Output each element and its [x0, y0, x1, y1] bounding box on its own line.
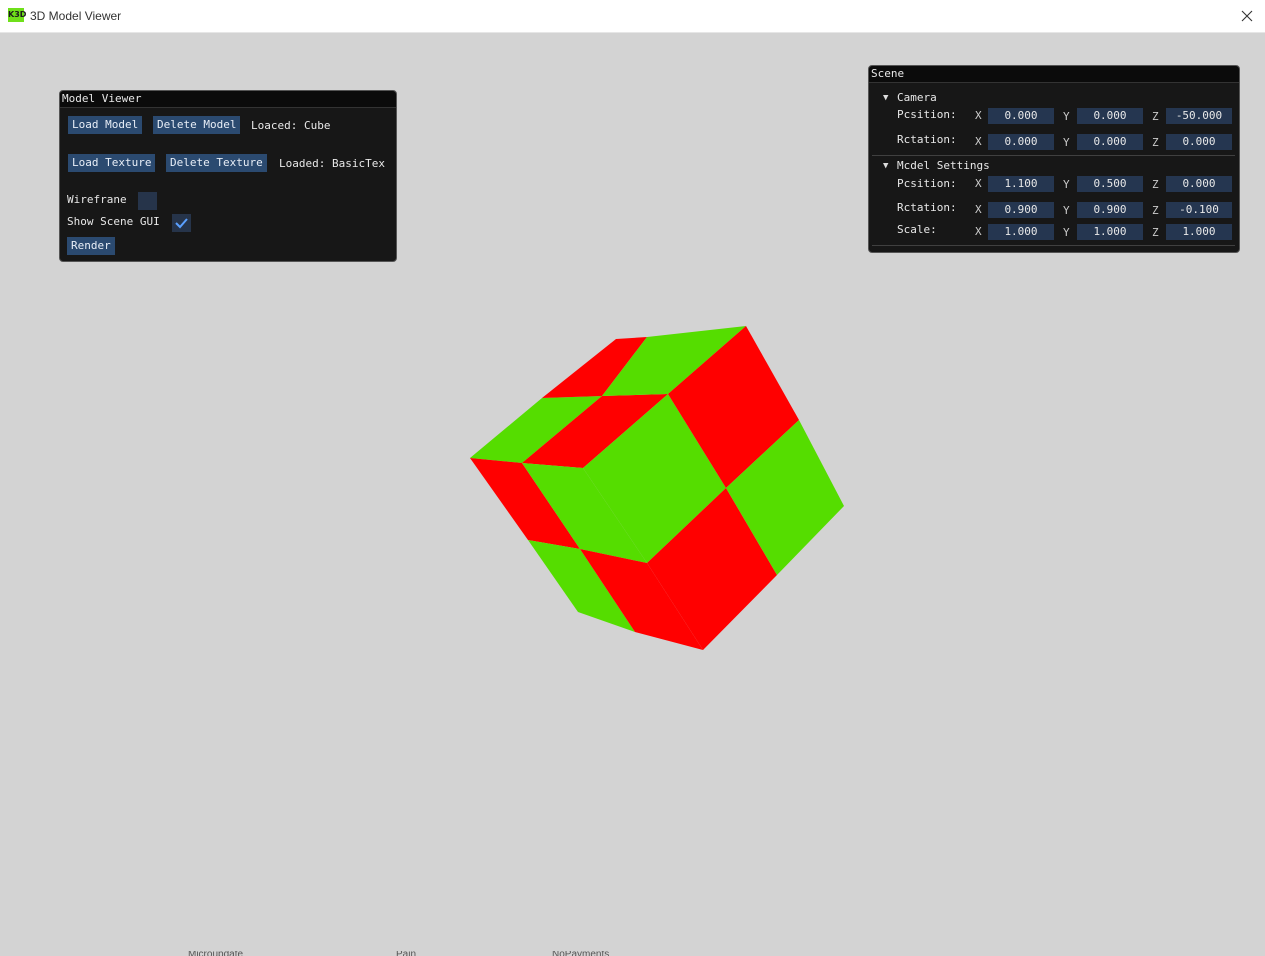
- model-settings-expand-arrow-icon[interactable]: ▼: [883, 161, 888, 171]
- window-title: 3D Model Viewer: [30, 9, 122, 23]
- model-rotation-x-axis: X: [975, 203, 982, 216]
- app-logo-icon: K3D: [8, 8, 26, 22]
- checkmark-icon: [175, 218, 188, 229]
- scene-separator-1: [872, 155, 1235, 156]
- model-scale-z-field[interactable]: 1.000: [1166, 224, 1232, 240]
- scene-separator-2: [872, 245, 1235, 246]
- model-scale-x-axis: X: [975, 225, 982, 238]
- model-rotation-label: Rctation:: [897, 201, 957, 214]
- scene-panel-title[interactable]: Scene: [869, 66, 1239, 83]
- model-position-y-axis: Y: [1063, 178, 1070, 191]
- model-rotation-y-axis: Y: [1063, 204, 1070, 217]
- camera-rotation-x-field[interactable]: 0.000: [988, 134, 1054, 150]
- model-viewer-panel[interactable]: Model Viewer Load Model Delete Model Loa…: [59, 90, 397, 262]
- model-position-label: Pcsition:: [897, 177, 957, 190]
- model-position-y-field[interactable]: 0.500: [1077, 176, 1143, 192]
- load-model-button[interactable]: Load Model: [68, 116, 143, 134]
- model-scale-label: Scale:: [897, 223, 937, 236]
- model-position-x-axis: X: [975, 177, 982, 190]
- camera-position-x-axis: X: [975, 109, 982, 122]
- window-titlebar: K3D 3D Model Viewer: [0, 0, 1265, 33]
- model-position-z-field[interactable]: 0.000: [1166, 176, 1232, 192]
- camera-rotation-y-field[interactable]: 0.000: [1077, 134, 1143, 150]
- camera-position-label: Pcsition:: [897, 108, 957, 121]
- camera-position-y-field[interactable]: 0.000: [1077, 108, 1143, 124]
- camera-position-y-axis: Y: [1063, 110, 1070, 123]
- model-scale-x-field[interactable]: 1.000: [988, 224, 1054, 240]
- camera-expand-arrow-icon[interactable]: ▼: [883, 93, 888, 103]
- model-viewer-title[interactable]: Model Viewer: [60, 91, 396, 108]
- background-taskbar-fragment-1: Microupdate: [188, 951, 243, 956]
- camera-position-z-axis: Z: [1152, 110, 1159, 123]
- model-rotation-z-axis: Z: [1152, 204, 1159, 217]
- render-button[interactable]: Render: [67, 237, 115, 255]
- model-rotation-y-field[interactable]: 0.900: [1077, 202, 1143, 218]
- camera-rotation-label: Rctation:: [897, 133, 957, 146]
- wireframe-checkbox[interactable]: [138, 192, 157, 210]
- model-scale-y-field[interactable]: 1.000: [1077, 224, 1143, 240]
- model-rotation-x-field[interactable]: 0.900: [988, 202, 1054, 218]
- camera-rotation-x-axis: X: [975, 135, 982, 148]
- show-scene-gui-checkbox[interactable]: [172, 214, 191, 232]
- background-taskbar-fragment-2: Pain: [396, 951, 416, 956]
- load-texture-button[interactable]: Load Texture: [68, 154, 156, 172]
- camera-header[interactable]: Camera: [897, 91, 937, 104]
- background-taskbar-fragment-3: NoPayments: [552, 951, 609, 956]
- camera-position-x-field[interactable]: 0.000: [988, 108, 1054, 124]
- model-settings-header[interactable]: Mcdel Settings: [897, 159, 990, 172]
- model-position-z-axis: Z: [1152, 178, 1159, 191]
- camera-rotation-z-field[interactable]: 0.000: [1166, 134, 1232, 150]
- model-scale-y-axis: Y: [1063, 226, 1070, 239]
- delete-model-button[interactable]: Delete Model: [153, 116, 241, 134]
- show-scene-gui-label: Show Scene GUI: [67, 215, 160, 228]
- wireframe-label: Wirefrane: [67, 193, 127, 206]
- model-scale-z-axis: Z: [1152, 226, 1159, 239]
- model-position-x-field[interactable]: 1.100: [988, 176, 1054, 192]
- model-rotation-z-field[interactable]: -0.100: [1166, 202, 1232, 218]
- window-close-button[interactable]: [1229, 0, 1265, 32]
- camera-rotation-z-axis: Z: [1152, 136, 1159, 149]
- scene-panel[interactable]: Scene ▼ Camera Pcsition: X 0.000 Y 0.000…: [868, 65, 1240, 253]
- camera-position-z-field[interactable]: -50.000: [1166, 108, 1232, 124]
- loaded-texture-text: Loaded: BasicTex: [279, 157, 385, 170]
- close-icon: [1241, 10, 1253, 22]
- delete-texture-button[interactable]: Delete Texture: [166, 154, 267, 172]
- camera-rotation-y-axis: Y: [1063, 136, 1070, 149]
- loaded-model-text: Loaced: Cube: [251, 119, 331, 132]
